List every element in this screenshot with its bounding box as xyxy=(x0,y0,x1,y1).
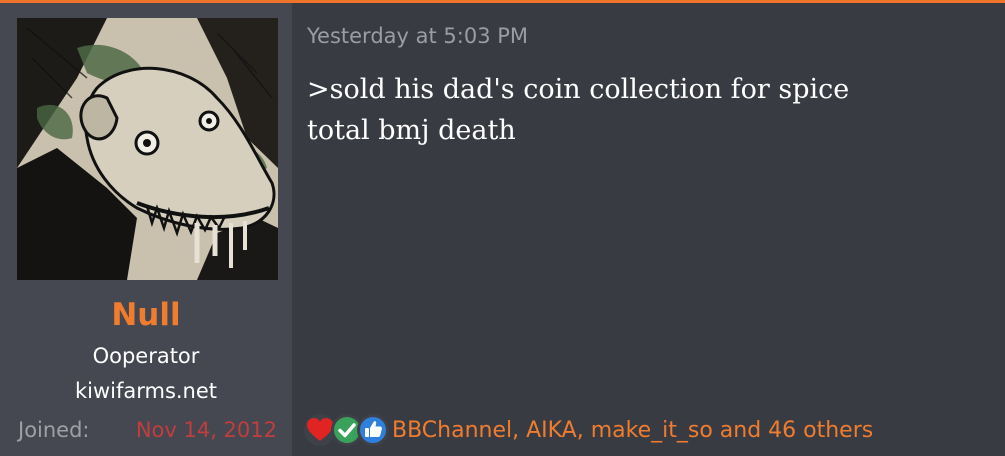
post-container: Null Ooperator kiwifarms.net Joined: Nov… xyxy=(0,0,1005,456)
post-message: >sold his dad's coin collection for spic… xyxy=(307,69,849,151)
username[interactable]: Null xyxy=(0,297,292,333)
user-site: kiwifarms.net xyxy=(74,379,218,403)
user-title: Ooperator xyxy=(92,344,200,368)
reaction-users-link[interactable]: BBChannel, AIKA, make_it_so and 46 other… xyxy=(392,418,873,443)
reactions-bar: BBChannel, AIKA, make_it_so and 46 other… xyxy=(304,412,873,448)
thumbs-up-like-icon xyxy=(357,414,389,446)
joined-label: Joined: xyxy=(18,418,90,442)
reaction-icons[interactable] xyxy=(304,413,389,447)
user-info-panel: Null Ooperator kiwifarms.net Joined: Nov… xyxy=(0,3,292,456)
message-line: total bmj death xyxy=(307,115,516,146)
avatar-drawing-icon xyxy=(17,18,278,280)
joined-date: Nov 14, 2012 xyxy=(135,418,277,442)
post-timestamp[interactable]: Yesterday at 5:03 PM xyxy=(307,24,528,48)
message-line: >sold his dad's coin collection for spic… xyxy=(307,74,850,105)
avatar[interactable] xyxy=(17,18,278,280)
